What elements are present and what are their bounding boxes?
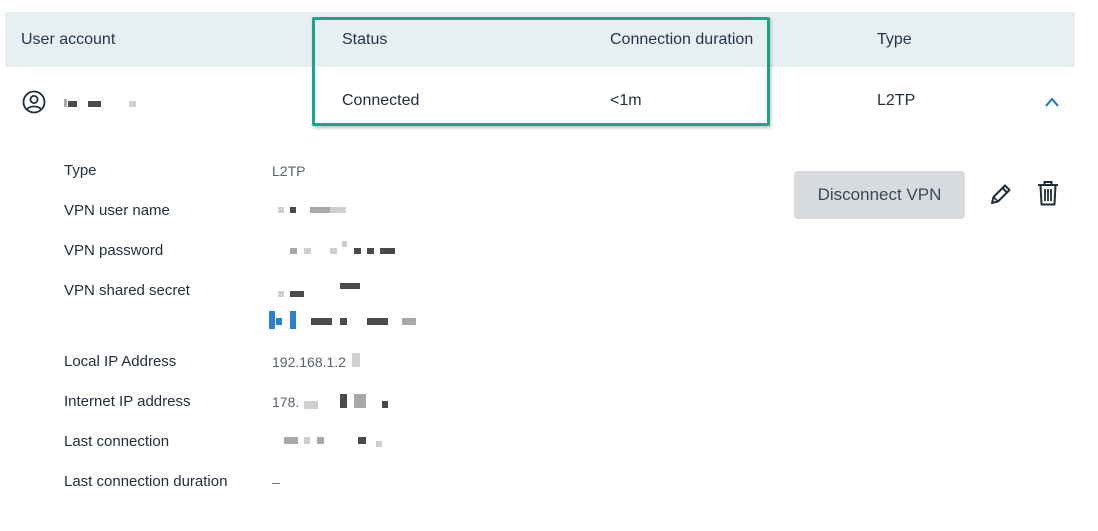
vpn-user-name-label: VPN user name <box>64 202 170 219</box>
header-status: Status <box>342 31 388 48</box>
internet-ip-value: 178. <box>272 394 300 410</box>
header-connection-duration: Connection duration <box>610 31 754 48</box>
internet-ip-label: Internet IP address <box>64 393 191 410</box>
last-connection-duration-value: – <box>272 474 280 490</box>
table-header <box>5 12 1075 67</box>
type-value: L2TP <box>877 92 916 109</box>
chevron-up-icon[interactable] <box>1044 96 1060 108</box>
user-circle-icon <box>22 90 46 114</box>
header-user-account: User account <box>21 31 116 48</box>
header-type: Type <box>877 31 912 48</box>
local-ip-label: Local IP Address <box>64 353 177 370</box>
status-value: Connected <box>342 92 420 109</box>
last-connection-label: Last connection <box>64 433 170 450</box>
local-ip-value: 192.168.1.2 <box>272 354 346 370</box>
trash-icon[interactable] <box>1035 179 1061 207</box>
vpn-password-label: VPN password <box>64 242 164 259</box>
pencil-icon[interactable] <box>988 181 1014 207</box>
local-ip-redacted <box>352 353 360 367</box>
disconnect-vpn-button[interactable]: Disconnect VPN <box>794 171 965 219</box>
connection-duration-value: <1m <box>610 92 642 109</box>
last-connection-duration-label: Last connection duration <box>64 473 228 490</box>
detail-type-label: Type <box>64 162 97 179</box>
vpn-shared-secret-label: VPN shared secret <box>64 282 190 299</box>
detail-type-value: L2TP <box>272 163 306 179</box>
